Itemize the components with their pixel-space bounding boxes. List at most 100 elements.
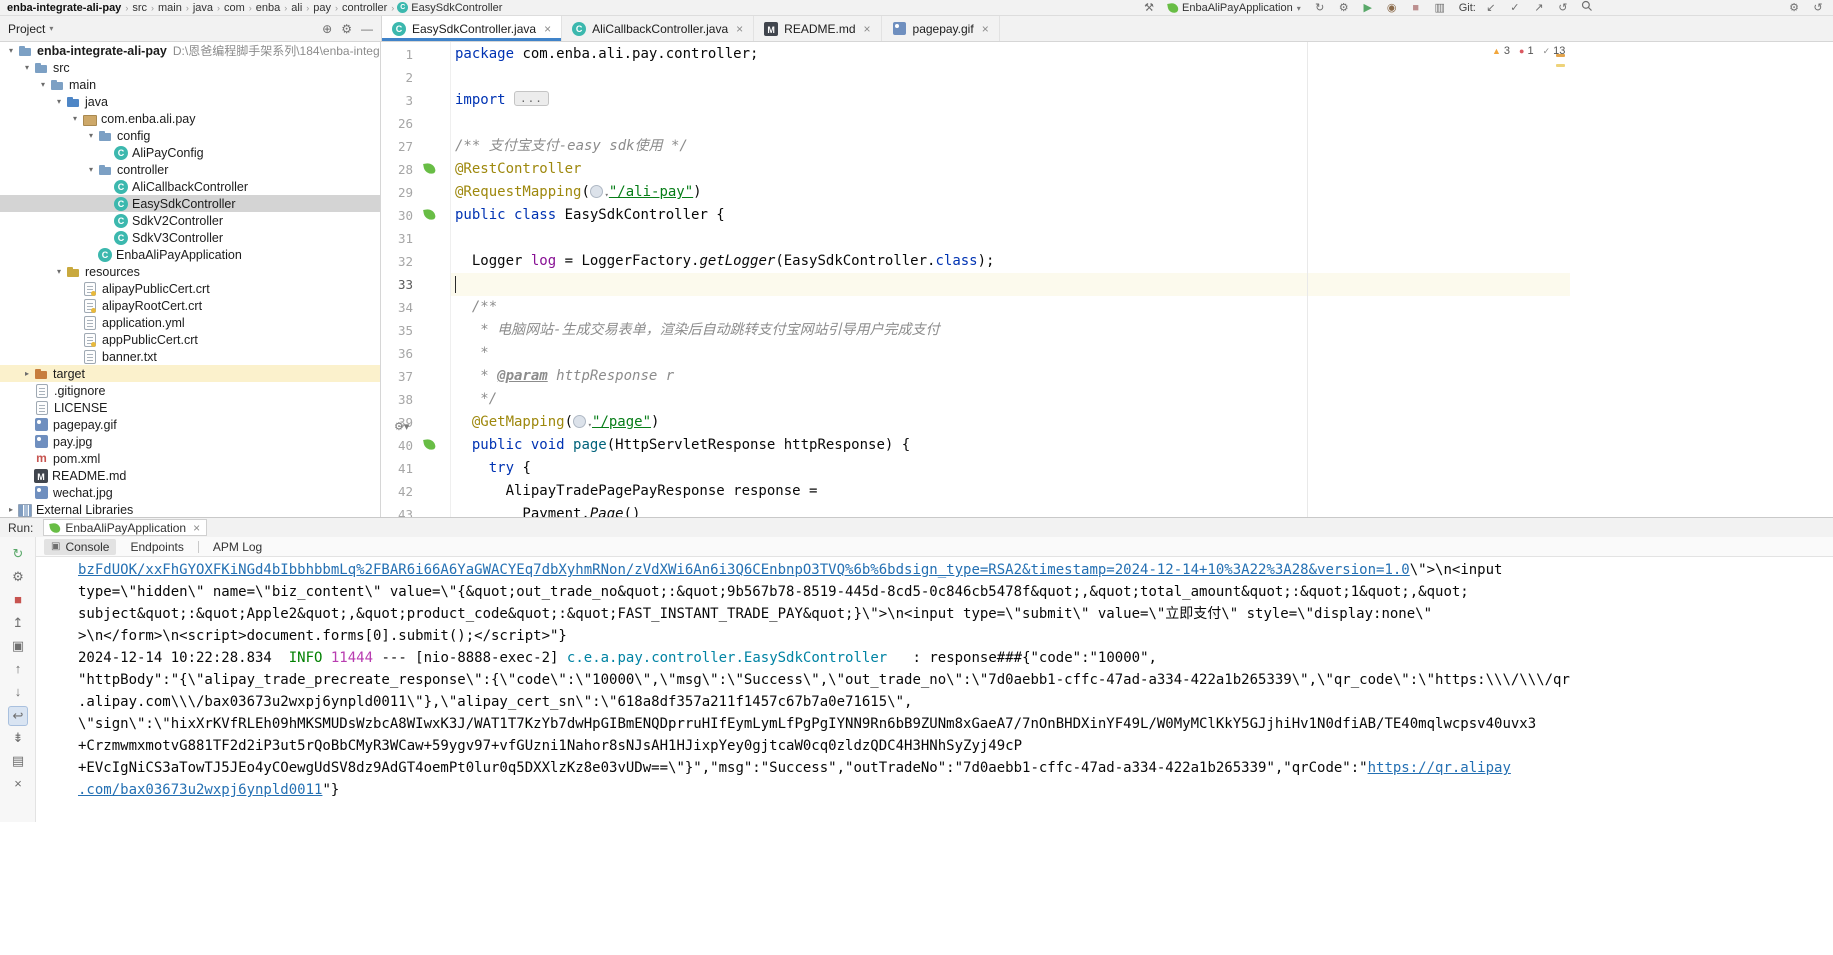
breadcrumb-item[interactable]: com	[223, 2, 246, 14]
mapping-inlay-icon[interactable]	[573, 414, 592, 437]
tree-collapse-icon[interactable]: ▾	[84, 131, 98, 140]
ide-settings-icon[interactable]: ⚙	[1785, 0, 1803, 16]
console-tab-console[interactable]: ▣ Console	[44, 538, 117, 555]
console-tab-endpoints[interactable]: Endpoints	[130, 540, 183, 554]
search-icon[interactable]	[1578, 0, 1596, 17]
prev-occurrence-icon[interactable]: ↑	[0, 660, 36, 678]
tree-expand-icon[interactable]: ▸	[20, 369, 34, 378]
tree-collapse-icon[interactable]: ▾	[52, 97, 66, 106]
tab-close-icon[interactable]: ×	[544, 22, 551, 36]
folded-region[interactable]: ...	[514, 91, 549, 106]
panel-settings-icon[interactable]: ⚙	[341, 22, 352, 36]
tree-row[interactable]: pay.jpg	[0, 433, 380, 450]
mapping-inlay-icon[interactable]	[589, 184, 609, 207]
close-icon[interactable]: ×	[193, 521, 200, 535]
editor-tab[interactable]: pagepay.gif ×	[882, 16, 1000, 41]
tree-row[interactable]: AliCallbackController	[0, 178, 380, 195]
spring-bean-icon[interactable]	[423, 438, 436, 451]
tree-row[interactable]: LICENSE	[0, 399, 380, 416]
console-link[interactable]: https://qr.alipay	[1368, 760, 1511, 776]
restart-icon[interactable]: ↥	[0, 614, 36, 632]
tree-row[interactable]: SdkV2Controller	[0, 212, 380, 229]
tab-close-icon[interactable]: ×	[982, 22, 989, 36]
editor-tab[interactable]: README.md ×	[754, 16, 882, 41]
code-editor[interactable]: 1 2 3 26 27 28 29 30 31 32 33 34 35 36 37 38 39 ⚙▾ 40 41 42 4…	[382, 42, 1833, 517]
warnings-indicator[interactable]: ▲ 3	[1492, 45, 1510, 57]
editor-tab[interactable]: AliCallbackController.java ×	[562, 16, 755, 41]
edit-config-icon[interactable]: ⚙	[0, 568, 36, 586]
tree-row[interactable]: alipayRootCert.crt	[0, 297, 380, 314]
run-config-selector[interactable]: EnbaAliPayApplication ▾	[1164, 2, 1305, 14]
locate-file-icon[interactable]: ⊕	[322, 22, 332, 36]
breadcrumb-item[interactable]: main	[157, 2, 183, 14]
tree-row[interactable]: AliPayConfig	[0, 144, 380, 161]
print-icon[interactable]: ▤	[0, 752, 36, 770]
stop-icon[interactable]: ■	[0, 591, 36, 609]
tree-row[interactable]: README.md	[0, 467, 380, 484]
tree-collapse-icon[interactable]: ▾	[84, 165, 98, 174]
spring-bean-icon[interactable]	[423, 162, 436, 175]
breadcrumb-item[interactable]: pay	[312, 2, 332, 14]
tree-row[interactable]: ▸ External Libraries	[0, 501, 380, 517]
stop-icon[interactable]: ■	[1407, 0, 1425, 16]
tree-collapse-icon[interactable]: ▾	[4, 46, 18, 55]
run-icon[interactable]: ▶	[1359, 0, 1377, 16]
tree-row[interactable]: ▾ src	[0, 59, 380, 76]
recent-locations-icon[interactable]: ↺	[1809, 0, 1827, 16]
tree-collapse-icon[interactable]: ▾	[68, 114, 82, 123]
tree-row[interactable]: SdkV3Controller	[0, 229, 380, 246]
tree-row[interactable]: pom.xml	[0, 450, 380, 467]
tree-row[interactable]: EnbaAliPayApplication	[0, 246, 380, 263]
sync-icon[interactable]: ↻	[1311, 0, 1329, 16]
breadcrumb-item[interactable]: java	[192, 2, 214, 14]
tree-expand-icon[interactable]: ▸	[4, 505, 18, 514]
editor-tab[interactable]: EasySdkController.java ×	[382, 16, 563, 41]
spring-bean-icon[interactable]	[423, 208, 436, 221]
settings-icon[interactable]: ⚙	[1335, 0, 1353, 16]
tree-row[interactable]: appPublicCert.crt	[0, 331, 380, 348]
breadcrumb-item[interactable]: enba	[255, 2, 281, 14]
gutter-settings-icon[interactable]: ⚙▾	[394, 420, 409, 433]
tree-row[interactable]: wechat.jpg	[0, 484, 380, 501]
tab-close-icon[interactable]: ×	[864, 22, 871, 36]
console-output[interactable]: bzFdUOK/xxFhGYOXFKiNGd4bIbbhbbmLq%2FBAR6…	[36, 557, 1833, 955]
breadcrumb-item[interactable]: enba-integrate-ali-pay	[6, 2, 122, 14]
debug-icon[interactable]: ◉	[1383, 0, 1401, 16]
breadcrumb-item[interactable]: controller	[341, 2, 388, 14]
tree-row[interactable]: banner.txt	[0, 348, 380, 365]
git-commit-icon[interactable]: ✓	[1506, 0, 1524, 16]
console-link[interactable]: .com/bax03673u2wxpj6ynpld0011	[78, 782, 322, 798]
git-update-icon[interactable]: ↙	[1482, 0, 1500, 16]
tree-row[interactable]: .gitignore	[0, 382, 380, 399]
project-panel-header[interactable]: Project ▾ ⊕ ⚙ —	[0, 16, 382, 42]
git-rollback-icon[interactable]: ↺	[1554, 0, 1572, 16]
tree-row[interactable]: ▾ main	[0, 76, 380, 93]
tree-row[interactable]: ▾ enba-integrate-ali-pay D:\恩爸编程脚手架系列\184\…	[0, 42, 380, 59]
tree-row[interactable]: pagepay.gif	[0, 416, 380, 433]
project-tree[interactable]: ▾ enba-integrate-ali-pay D:\恩爸编程脚手架系列\184\…	[0, 42, 381, 517]
tab-close-icon[interactable]: ×	[736, 22, 743, 36]
build-icon[interactable]: ⚒	[1140, 0, 1158, 16]
tree-row[interactable]: alipayPublicCert.crt	[0, 280, 380, 297]
tree-collapse-icon[interactable]: ▾	[52, 267, 66, 276]
clear-console-icon[interactable]: ×	[0, 775, 36, 793]
rerun-icon[interactable]: ↻	[0, 545, 36, 563]
tree-row[interactable]: ▾ com.enba.ali.pay	[0, 110, 380, 127]
next-occurrence-icon[interactable]: ↓	[0, 683, 36, 701]
git-push-icon[interactable]: ↗	[1530, 0, 1548, 16]
scroll-to-end-icon[interactable]: ⇟	[0, 729, 36, 747]
tree-collapse-icon[interactable]: ▾	[20, 63, 34, 72]
profiler-icon[interactable]: ▥	[1431, 0, 1449, 16]
tree-row[interactable]: EasySdkController	[0, 195, 380, 212]
breadcrumb-item[interactable]: EasySdkController	[410, 2, 503, 14]
errors-indicator[interactable]: ● 1	[1519, 45, 1534, 57]
tree-row[interactable]: ▾ resources	[0, 263, 380, 280]
tree-row[interactable]: ▾ config	[0, 127, 380, 144]
console-link[interactable]: bzFdUOK/xxFhGYOXFKiNGd4bIbbhbbmLq%2FBAR6…	[78, 562, 1410, 578]
console-tab-apm-log[interactable]: APM Log	[213, 540, 262, 554]
tree-collapse-icon[interactable]: ▾	[36, 80, 50, 89]
inspections-widget[interactable]: ▲ 3 ● 1 ✓ 1 3	[1492, 45, 1565, 57]
tree-row[interactable]: ▾ controller	[0, 161, 380, 178]
run-tab[interactable]: EnbaAliPayApplication ×	[43, 519, 208, 536]
breadcrumb-item[interactable]: ali	[290, 2, 303, 14]
